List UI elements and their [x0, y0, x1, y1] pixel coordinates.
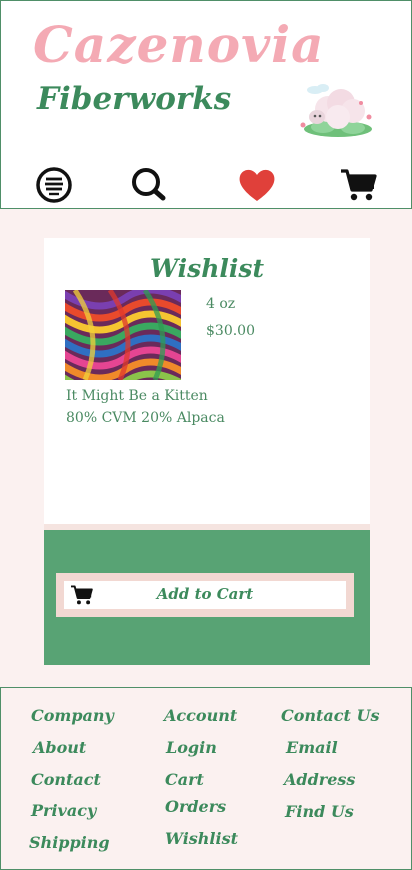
top-nav	[0, 160, 412, 209]
footer-link-email[interactable]: Email	[286, 738, 338, 757]
wishlist-title: Wishlist	[149, 254, 264, 283]
footer-link-about[interactable]: About	[33, 738, 86, 757]
item-fiber: 80% CVM 20% Alpaca	[66, 410, 225, 426]
add-to-cart-button[interactable]: Add to Cart	[64, 581, 346, 609]
wishlist-card: Wishlist 4 oz $30.00 It Might Be a Kitte…	[44, 238, 370, 665]
card-actions-panel: Add to Cart	[44, 524, 370, 665]
add-to-cart-label: Add to Cart	[156, 585, 254, 603]
cart-icon[interactable]	[339, 167, 379, 203]
site-header: Cazenovia Fiberworks	[0, 0, 412, 162]
menu-icon[interactable]	[34, 167, 74, 203]
footer-link-company[interactable]: Company	[31, 706, 114, 725]
brand-subtitle[interactable]: Fiberworks	[37, 81, 231, 117]
item-price: $30.00	[206, 323, 255, 339]
search-icon[interactable]	[129, 167, 169, 203]
footer-link-login[interactable]: Login	[166, 738, 217, 757]
site-footer: Company About Contact Privacy Shipping A…	[0, 687, 412, 870]
footer-link-cart[interactable]: Cart	[165, 770, 204, 789]
item-weight: 4 oz	[206, 296, 236, 312]
footer-link-privacy[interactable]: Privacy	[31, 801, 96, 820]
footer-link-contact-us[interactable]: Contact Us	[281, 706, 379, 725]
brand-name[interactable]: Cazenovia	[33, 15, 325, 74]
footer-link-contact[interactable]: Contact	[31, 770, 101, 789]
footer-link-find-us[interactable]: Find Us	[285, 802, 354, 821]
item-name[interactable]: It Might Be a Kitten	[66, 388, 208, 404]
heart-icon[interactable]	[237, 167, 277, 203]
sheep-logo-icon	[300, 84, 372, 137]
add-to-cart-frame: Add to Cart	[56, 573, 354, 617]
footer-link-address[interactable]: Address	[284, 770, 355, 789]
footer-link-orders[interactable]: Orders	[165, 797, 226, 816]
footer-link-account[interactable]: Account	[164, 706, 237, 725]
footer-link-wishlist[interactable]: Wishlist	[165, 829, 238, 848]
yarn-product-image[interactable]	[65, 290, 181, 380]
footer-link-shipping[interactable]: Shipping	[29, 833, 110, 852]
